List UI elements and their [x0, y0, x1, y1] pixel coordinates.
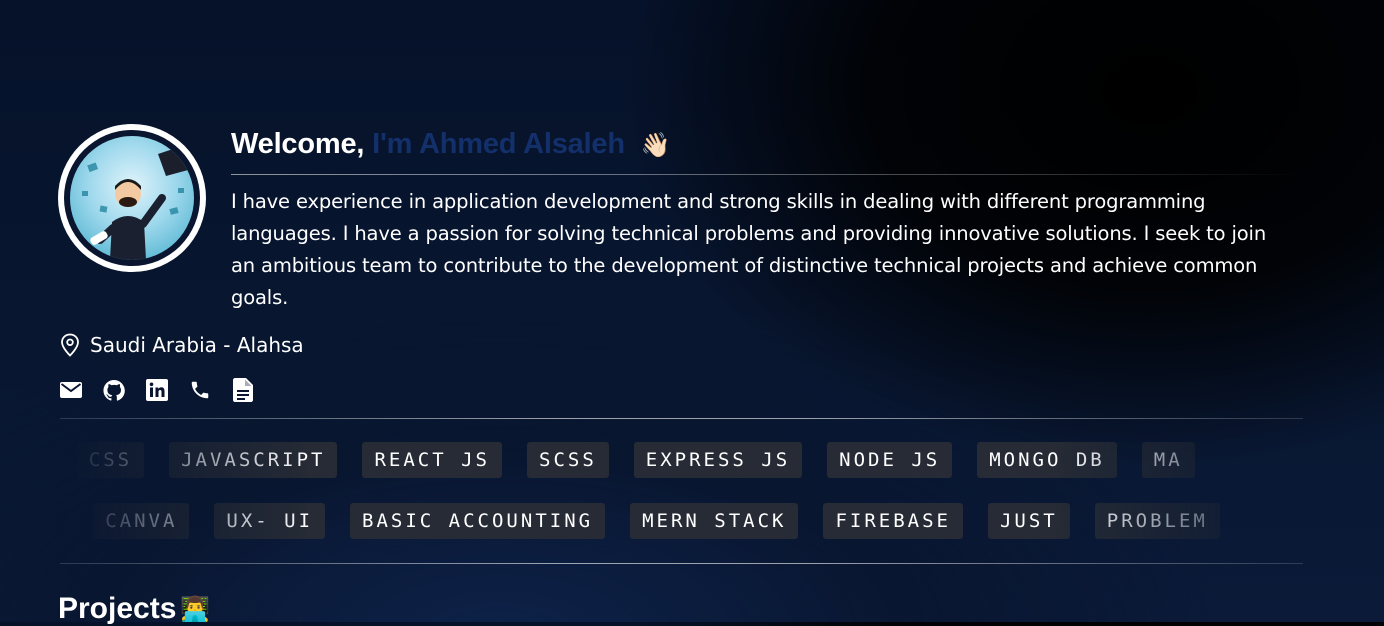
email-icon[interactable]	[60, 378, 82, 402]
skill-chip: BASIC ACCOUNTING	[350, 503, 606, 539]
projects-heading: Projects 👨‍💻	[58, 592, 210, 626]
profile-avatar	[58, 124, 206, 272]
github-icon[interactable]	[103, 378, 125, 402]
skill-chip: JAVASCRIPT	[169, 442, 338, 478]
divider-top	[60, 418, 1303, 419]
skill-chip: SCSS	[527, 442, 609, 478]
skills-row-2: FIGMA CANVA UX- UI BASIC ACCOUNTING MERN STA…	[60, 503, 1303, 541]
linkedin-icon[interactable]	[146, 378, 168, 402]
location-label: Saudi Arabia - Alahsa	[90, 333, 304, 357]
avatar-illustration	[82, 146, 188, 260]
heading-divider	[231, 174, 1303, 175]
skill-chip: FIREBASE	[823, 503, 963, 539]
skill-chip: REACT JS	[362, 442, 502, 478]
welcome-text: Welcome,	[231, 128, 365, 160]
location: Saudi Arabia - Alahsa	[60, 333, 304, 357]
skill-chip: EXPRESS JS	[633, 442, 803, 478]
location-pin-icon	[61, 333, 79, 357]
welcome-heading: Welcome, I'm Ahmed Alsaleh 👋🏻	[231, 128, 671, 161]
skill-chip: MA	[1141, 442, 1195, 478]
skill-chip: PROBLEM	[1094, 503, 1220, 539]
skill-chip: JUST	[987, 503, 1070, 539]
wave-emoji: 👋🏻	[640, 132, 671, 159]
skill-chip: UX- UI	[214, 503, 326, 539]
phone-icon[interactable]	[189, 378, 211, 402]
name-text: I'm Ahmed Alsaleh	[372, 128, 625, 160]
social-links	[60, 378, 275, 402]
skill-chip: CANVA	[93, 503, 190, 539]
bio-paragraph: I have experience in application develop…	[231, 190, 1267, 309]
skills-row-1: HTMLCSSJAVASCRIPTREACT JSSCSSEXPRESS JSN…	[60, 442, 1303, 480]
divider-bottom	[60, 563, 1303, 564]
skill-chip: MERN STACK	[630, 503, 799, 539]
skill-chip: MONGO DB	[977, 442, 1117, 478]
skill-chip: FIGMA	[60, 503, 69, 539]
skill-chip: CSS	[76, 442, 145, 478]
projects-title: Projects	[58, 592, 177, 625]
skill-chip: NODE JS	[827, 442, 953, 478]
technologist-emoji: 👨‍💻	[180, 595, 211, 623]
document-icon[interactable]	[232, 378, 254, 402]
